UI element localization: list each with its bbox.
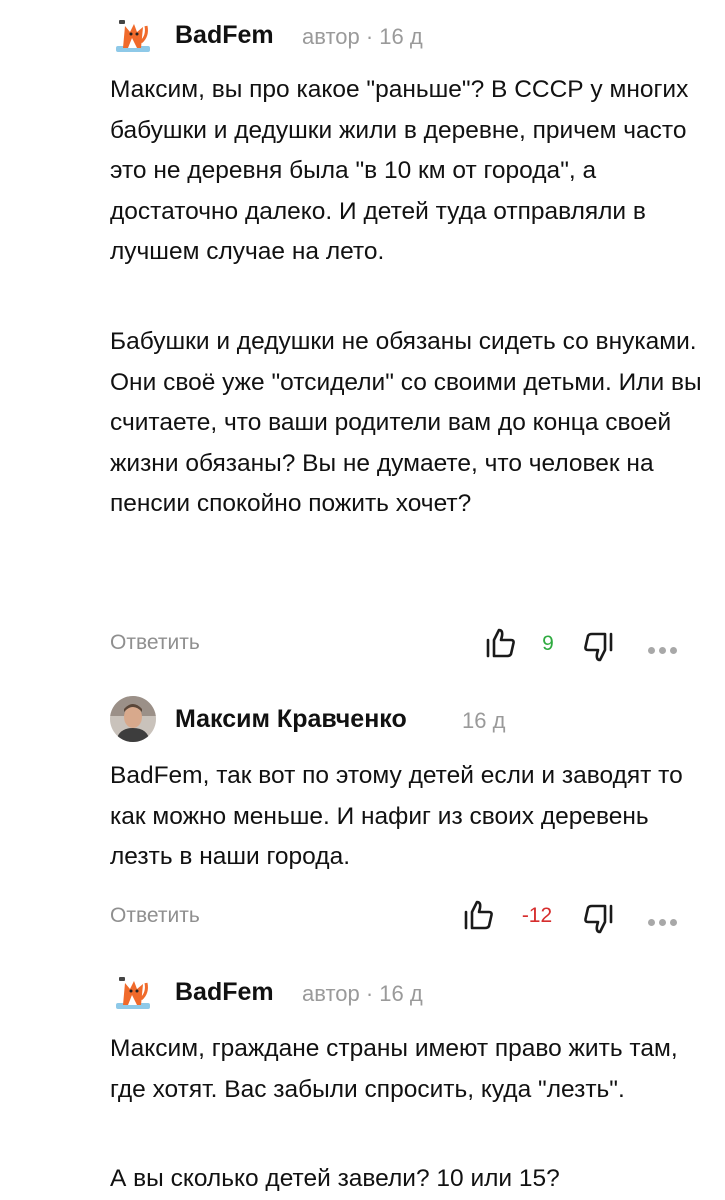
- reply-button[interactable]: Ответить: [110, 904, 200, 928]
- comment-meta: автор · 16 д: [302, 981, 423, 1006]
- comment-meta: 16 д: [462, 708, 506, 733]
- comment-text: BadFem, так вот по этому детей если и за…: [110, 762, 683, 870]
- reply-button[interactable]: Ответить: [110, 631, 200, 655]
- score: 9: [542, 632, 554, 655]
- comment-meta: автор · 16 д: [302, 24, 423, 49]
- score: -12: [521, 904, 553, 927]
- fox-icon[interactable]: [110, 969, 156, 1015]
- thumbs-up-icon[interactable]: [484, 626, 518, 660]
- comment-text: А вы сколько детей завели? 10 или 15?: [110, 1165, 560, 1192]
- thumbs-down-icon[interactable]: [581, 902, 615, 936]
- more-dots-icon[interactable]: [648, 641, 684, 654]
- comment-text: Максим, граждане страны имеют право жить…: [110, 1035, 678, 1103]
- thumbs-down-icon[interactable]: [581, 630, 615, 664]
- comment-author[interactable]: BadFem: [175, 978, 274, 1007]
- comment-author[interactable]: Максим Кравченко: [175, 705, 407, 734]
- user-photo-avatar[interactable]: [110, 696, 156, 742]
- comment-text: Бабушки и дедушки не обязаны сидеть со в…: [110, 328, 702, 517]
- more-dots-icon[interactable]: [648, 913, 684, 926]
- comment-author[interactable]: BadFem: [175, 21, 274, 50]
- comment-text: Максим, вы про какое "раньше"? В СССР у …: [110, 76, 689, 265]
- thumbs-up-icon[interactable]: [462, 898, 496, 932]
- fox-icon[interactable]: [110, 12, 156, 58]
